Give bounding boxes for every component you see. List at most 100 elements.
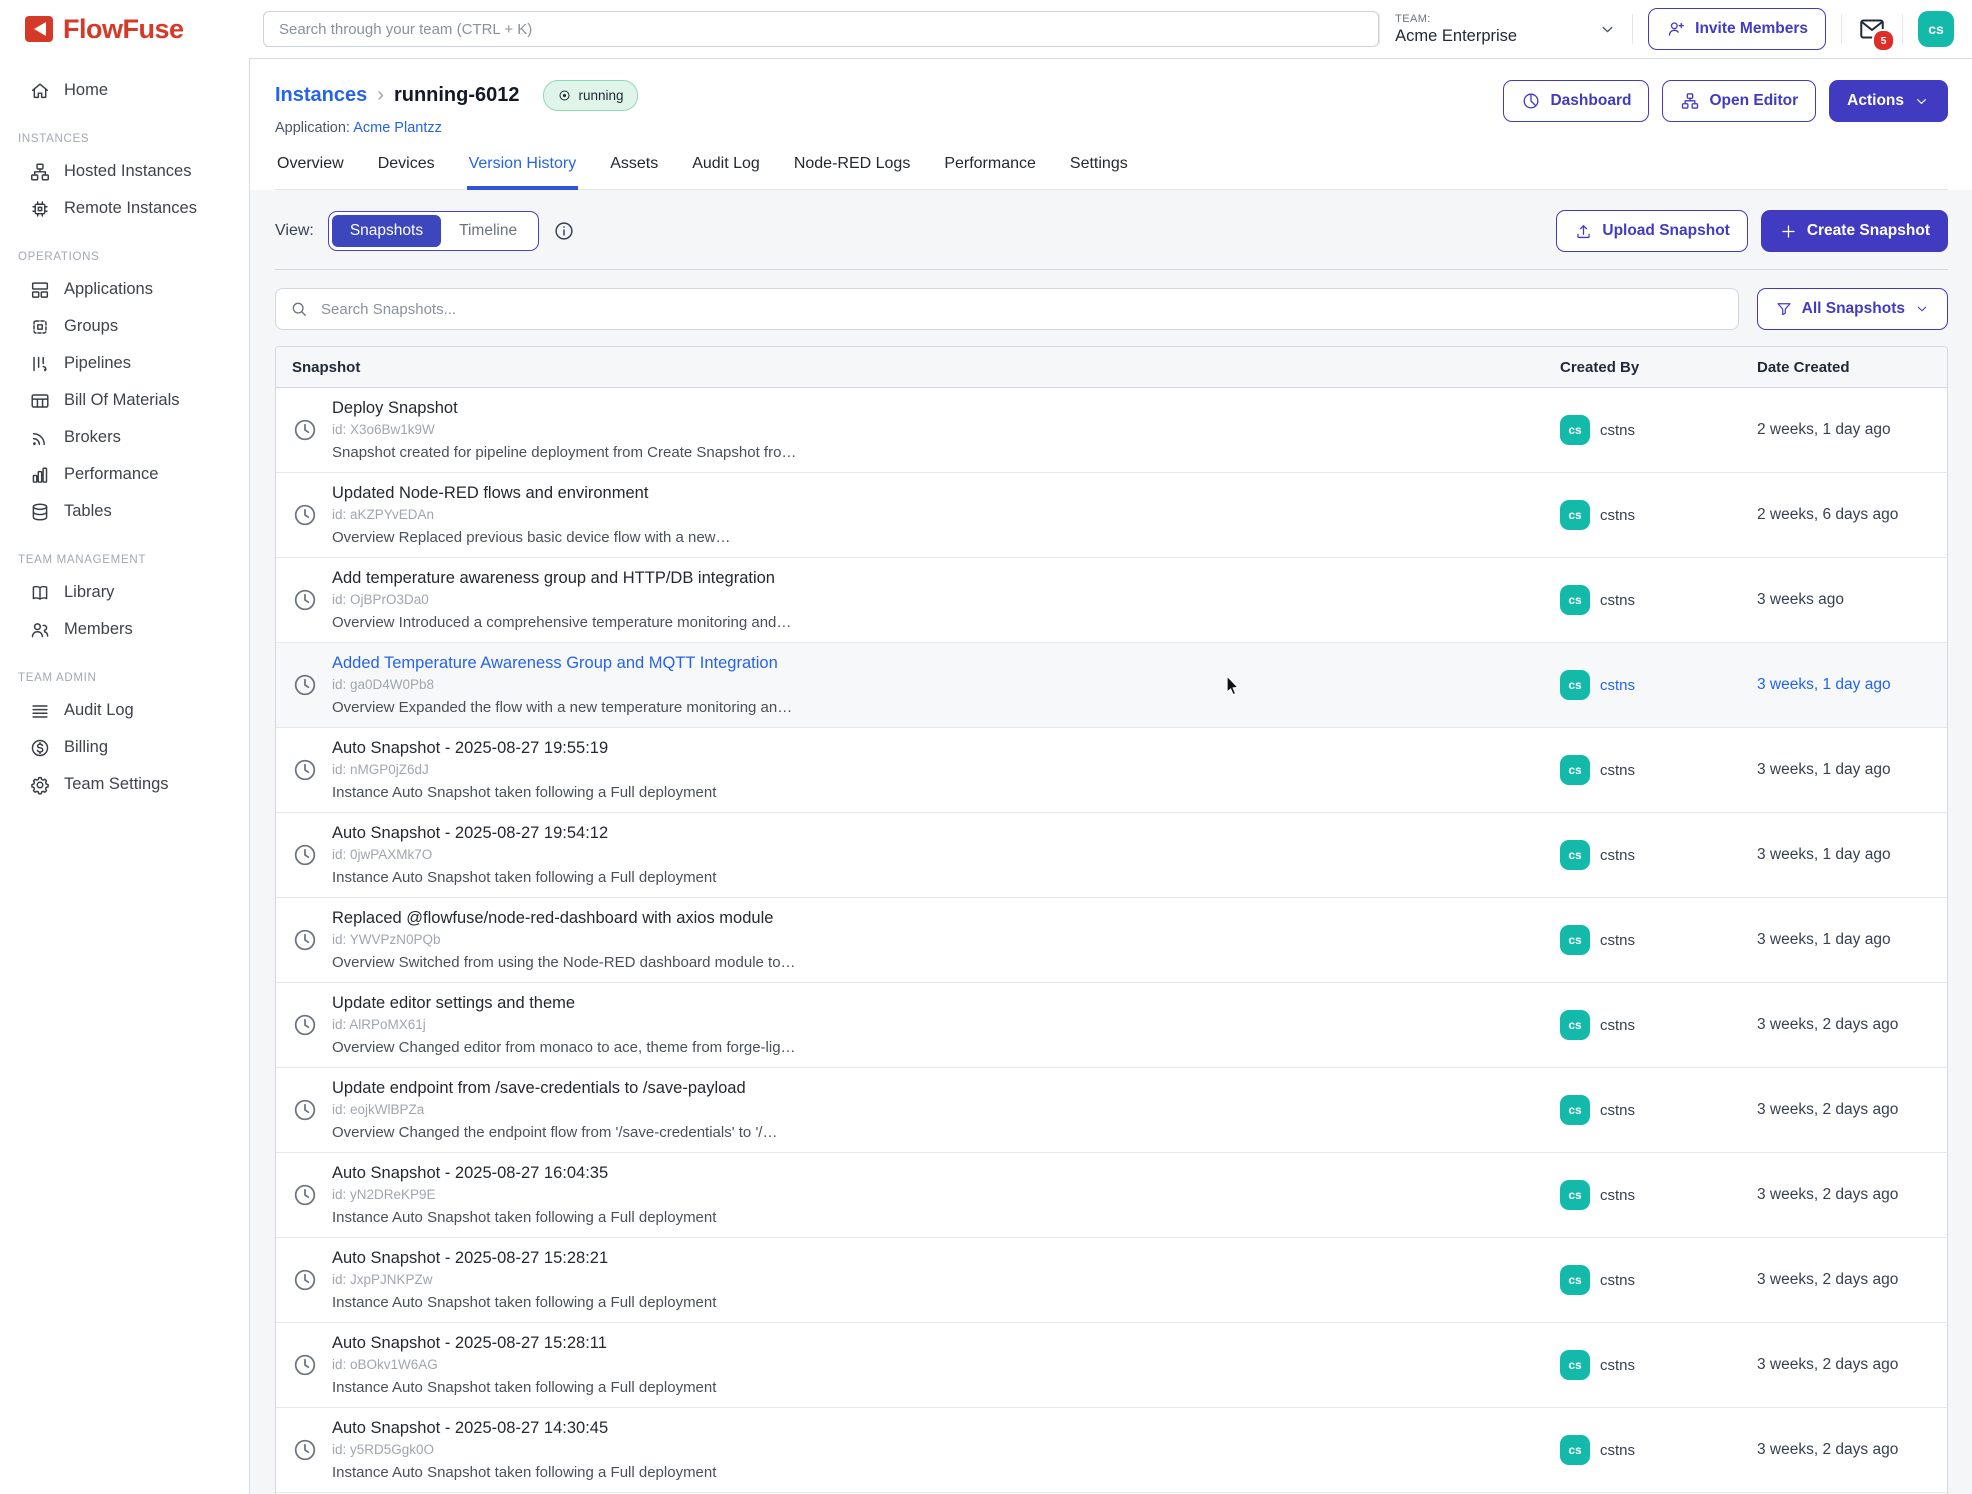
avatar: cs: [1560, 670, 1590, 700]
created-by-cell: cscstns: [1560, 670, 1757, 700]
clock-icon: [292, 927, 318, 953]
snapshot-title: Auto Snapshot - 2025-08-27 15:28:21: [332, 1248, 716, 1268]
clock-icon: [292, 757, 318, 783]
avatar: cs: [1560, 1265, 1590, 1295]
table-row[interactable]: Auto Snapshot - 2025-08-27 19:55:19id: n…: [276, 728, 1947, 813]
info-icon[interactable]: [553, 220, 575, 242]
tab-devices[interactable]: Devices: [376, 155, 437, 190]
sidebar-item-billing[interactable]: Billing: [0, 729, 249, 766]
header-actions: Dashboard Open Editor Actions: [1503, 80, 1948, 122]
tab-overview[interactable]: Overview: [275, 155, 346, 190]
global-search[interactable]: [263, 11, 1379, 47]
user-name: cstns: [1600, 422, 1635, 439]
table-row[interactable]: Add temperature awareness group and HTTP…: [276, 558, 1947, 643]
flowfuse-logo-text: FlowFuse: [63, 14, 184, 45]
clock-icon: [292, 502, 318, 528]
avatar: cs: [1560, 1010, 1590, 1040]
snapshot-id: id: 0jwPAXMk7O: [332, 847, 716, 863]
team-selector[interactable]: TEAM: Acme Enterprise: [1395, 13, 1617, 46]
sidebar-item-library[interactable]: Library: [0, 574, 249, 611]
sidebar-item-remote-instances[interactable]: Remote Instances: [0, 190, 249, 227]
snapshot-description: Instance Auto Snapshot taken following a…: [332, 869, 716, 887]
sidebar-item-brokers[interactable]: Brokers: [0, 419, 249, 456]
user-avatar[interactable]: cs: [1918, 11, 1954, 47]
table-row[interactable]: Auto Snapshot - 2025-08-27 16:04:35id: y…: [276, 1153, 1947, 1238]
chevron-down-icon: [1598, 20, 1617, 39]
actions-button[interactable]: Actions: [1829, 80, 1948, 122]
sidebar-item-label: Home: [64, 81, 108, 100]
table-row[interactable]: Update endpoint from /save-credentials t…: [276, 1068, 1947, 1153]
table-row[interactable]: Auto Snapshot - 2025-08-27 15:28:21id: J…: [276, 1238, 1947, 1323]
avatar: cs: [1560, 585, 1590, 615]
snapshot-description: Overview Switched from using the Node-RE…: [332, 954, 796, 972]
snapshot-search[interactable]: [275, 288, 1739, 330]
invite-members-button[interactable]: Invite Members: [1648, 8, 1826, 50]
table-row[interactable]: Added Temperature Awareness Group and MQ…: [276, 643, 1947, 728]
sidebar-item-pipelines[interactable]: Pipelines: [0, 345, 249, 382]
sidebar-item-team-settings[interactable]: Team Settings: [0, 766, 249, 803]
tab-node-red-logs[interactable]: Node-RED Logs: [792, 155, 913, 190]
snapshot-description: Instance Auto Snapshot taken following a…: [332, 784, 716, 802]
sidebar-item-label: Hosted Instances: [64, 162, 192, 181]
snapshot-title: Updated Node-RED flows and environment: [332, 483, 731, 503]
created-by-cell: cscstns: [1560, 585, 1757, 615]
toggle-snapshots[interactable]: Snapshots: [332, 215, 441, 247]
tab-performance[interactable]: Performance: [942, 155, 1038, 190]
sidebar-item-groups[interactable]: Groups: [0, 308, 249, 345]
date-created: 3 weeks, 2 days ago: [1757, 1356, 1947, 1374]
sidebar-item-label: Performance: [64, 465, 158, 484]
sidebar-item-home[interactable]: Home: [0, 72, 249, 109]
snapshot-filter-dropdown[interactable]: All Snapshots: [1757, 288, 1948, 330]
flowfuse-logo[interactable]: FlowFuse: [0, 14, 250, 45]
sidebar-item-bill-of-materials[interactable]: Bill Of Materials: [0, 382, 249, 419]
created-by-cell: cscstns: [1560, 500, 1757, 530]
sidebar-item-label: Tables: [64, 502, 112, 521]
snapshot-title: Auto Snapshot - 2025-08-27 19:55:19: [332, 738, 716, 758]
table-row[interactable]: Auto Snapshot - 2025-08-27 14:30:45id: y…: [276, 1408, 1947, 1493]
snapshot-id: id: OjBPrO3Da0: [332, 592, 791, 608]
clock-icon: [292, 1267, 318, 1293]
upload-snapshot-button[interactable]: Upload Snapshot: [1556, 210, 1747, 252]
snapshot-description: Overview Expanded the flow with a new te…: [332, 699, 792, 717]
table-row[interactable]: Auto Snapshot - 2025-08-27 15:28:11id: o…: [276, 1323, 1947, 1408]
sidebar-section-instances: INSTANCES: [0, 133, 249, 145]
tab-version-history[interactable]: Version History: [467, 155, 579, 190]
sidebar-item-tables[interactable]: Tables: [0, 493, 249, 530]
application-link[interactable]: Acme Plantzz: [353, 120, 442, 136]
user-name: cstns: [1600, 762, 1635, 779]
clock-icon: [292, 1437, 318, 1463]
avatar: cs: [1560, 1180, 1590, 1210]
sidebar-section-team-management: TEAM MANAGEMENT: [0, 554, 249, 566]
table-row[interactable]: Replaced @flowfuse/node-red-dashboard wi…: [276, 898, 1947, 983]
sidebar-item-audit-log[interactable]: Audit Log: [0, 692, 249, 729]
invite-members-label: Invite Members: [1695, 20, 1808, 38]
projects-icon: [1680, 91, 1700, 111]
table-row[interactable]: Deploy Snapshotid: X3o6Bw1k9WSnapshot cr…: [276, 388, 1947, 473]
sidebar-item-applications[interactable]: Applications: [0, 271, 249, 308]
notifications-button[interactable]: 5: [1857, 14, 1887, 44]
sidebar-item-members[interactable]: Members: [0, 611, 249, 648]
person-plus-icon: [1666, 19, 1686, 39]
create-snapshot-button[interactable]: Create Snapshot: [1761, 210, 1948, 252]
tab-settings[interactable]: Settings: [1068, 155, 1130, 190]
dashboard-button[interactable]: Dashboard: [1503, 80, 1649, 122]
tab-audit-log[interactable]: Audit Log: [690, 155, 762, 190]
projects-icon: [29, 161, 51, 183]
global-search-input[interactable]: [277, 20, 1365, 39]
created-by-cell: cscstns: [1560, 1095, 1757, 1125]
sidebar-item-hosted-instances[interactable]: Hosted Instances: [0, 153, 249, 190]
toggle-timeline[interactable]: Timeline: [441, 215, 535, 247]
avatar: cs: [1560, 500, 1590, 530]
table-row[interactable]: Auto Snapshot - 2025-08-27 19:54:12id: 0…: [276, 813, 1947, 898]
sidebar-item-performance[interactable]: Performance: [0, 456, 249, 493]
table-row[interactable]: Update editor settings and themeid: AlRP…: [276, 983, 1947, 1068]
open-editor-button[interactable]: Open Editor: [1662, 80, 1816, 122]
created-by-cell: cscstns: [1560, 1435, 1757, 1465]
tab-assets[interactable]: Assets: [608, 155, 660, 190]
home-icon: [29, 80, 51, 102]
date-created: 3 weeks, 1 day ago: [1757, 676, 1947, 694]
breadcrumb-instances-link[interactable]: Instances: [275, 84, 367, 107]
snapshot-search-input[interactable]: [319, 300, 1725, 319]
table-row[interactable]: Updated Node-RED flows and environmentid…: [276, 473, 1947, 558]
created-by-cell: cscstns: [1560, 1180, 1757, 1210]
